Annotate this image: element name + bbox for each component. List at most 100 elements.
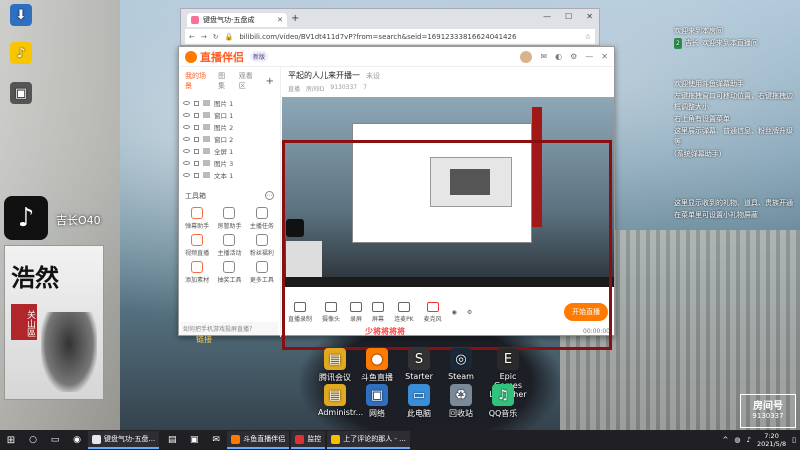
back-icon[interactable]: ← [189, 33, 195, 41]
reload-icon[interactable]: ↻ [213, 33, 219, 41]
tool-danmaku[interactable]: 弹幕助手 [183, 207, 211, 230]
close-icon[interactable]: ✕ [586, 12, 593, 21]
settings-icon[interactable]: ⚙ [570, 52, 577, 61]
desktop-icon-music[interactable]: ♪ [4, 42, 38, 66]
desktop-icon-qqmusic[interactable]: ♫ QQ音乐 [486, 384, 520, 419]
fullscreen-icon [203, 148, 210, 154]
url-text[interactable]: bilibili.com/video/BV1dt411d7vP?from=sea… [239, 33, 578, 41]
poster-tag: 关山區 [11, 304, 37, 340]
close-tab-icon[interactable]: ✕ [277, 16, 283, 24]
eye-icon[interactable] [183, 149, 190, 153]
lock-icon[interactable] [194, 148, 199, 154]
window-icon [203, 112, 210, 118]
desktop-icon-app[interactable]: ▣ [4, 82, 38, 106]
scene-item[interactable]: 窗口 1 [183, 109, 276, 121]
task-view-icon[interactable]: ▭ [47, 434, 63, 446]
image-icon [203, 124, 210, 130]
taskbar-item-qq[interactable]: 上了评论的那人 - ... [327, 431, 410, 449]
chrome-icon[interactable]: ◉ [69, 434, 85, 446]
scene-item[interactable]: 图片 2 [183, 121, 276, 133]
desktop-icon-download[interactable]: ⬇ [4, 4, 38, 28]
lock-icon[interactable] [194, 160, 199, 166]
tab-gallery[interactable]: 图集 [218, 71, 231, 91]
more-icon[interactable]: ⋯ [265, 191, 274, 200]
mail-icon[interactable]: ✉ [208, 434, 224, 446]
tool-video[interactable]: 视频直播 [183, 234, 211, 257]
minimize-icon[interactable]: — [543, 12, 551, 21]
volume-icon[interactable]: ♪ [746, 436, 750, 444]
desktop-icon-admin[interactable]: ▤ Administr... [318, 384, 363, 419]
stream-link: 链接 [196, 335, 212, 344]
skin-icon[interactable]: ◐ [555, 52, 562, 61]
app-icon: ▣ [10, 82, 32, 104]
lock-icon[interactable] [194, 172, 199, 178]
forward-icon[interactable]: → [201, 33, 207, 41]
tool-room-admin[interactable]: 房管助手 [215, 207, 243, 230]
eye-icon[interactable] [183, 101, 190, 105]
star-icon[interactable]: ☆ [585, 33, 591, 41]
tool-fans[interactable]: 粉丝福利 [248, 234, 276, 257]
taskbar-item-monitor[interactable]: 监控 [291, 431, 326, 449]
search-icon[interactable]: ○ [25, 434, 41, 446]
toolbox-title: 工具箱 [185, 192, 206, 200]
browser-tab[interactable]: 键盘气功-五盘成 ✕ [187, 13, 287, 27]
note-line: 欢迎使用斗鱼弹幕助手 [674, 80, 744, 88]
user-folder-icon: ▤ [324, 384, 346, 406]
mail-icon[interactable]: ✉ [540, 52, 547, 61]
tool-label: 房管助手 [217, 223, 242, 230]
scene-item[interactable]: 文本 1 [183, 169, 276, 181]
eye-icon[interactable] [183, 125, 190, 129]
add-scene-icon[interactable]: + [266, 76, 274, 87]
tab-scenes[interactable]: 我的场景 [185, 71, 210, 91]
taskbar-item-live[interactable]: 斗鱼直播伴侣 [227, 431, 290, 449]
eye-icon[interactable] [183, 137, 190, 141]
lock-icon[interactable] [194, 112, 199, 118]
scene-item[interactable]: 窗口 2 [183, 133, 276, 145]
stream-category[interactable]: 未设 [366, 71, 380, 81]
tool-lottery[interactable]: 抽奖工具 [215, 261, 243, 284]
network-icon: ▣ [366, 384, 388, 406]
scene-item[interactable]: 全屏 1 [183, 145, 276, 157]
close-icon[interactable]: ✕ [601, 52, 608, 61]
eye-icon[interactable] [183, 173, 190, 177]
tool-material[interactable]: 添加素材 [183, 261, 211, 284]
maximize-icon[interactable]: ☐ [565, 12, 572, 21]
stream-title[interactable]: 平起的人儿来开播一 [288, 70, 360, 81]
network-icon[interactable]: ◍ [734, 436, 740, 444]
danmaku-icon [191, 207, 204, 219]
taskbar-item-browser[interactable]: 键盘气功-五盘... [88, 431, 160, 449]
tool-tasks[interactable]: 主播任务 [248, 207, 276, 230]
tool-label: 弹幕助手 [185, 223, 210, 230]
tab-watch[interactable]: 观看区 [239, 71, 258, 91]
lock-icon[interactable] [194, 136, 199, 142]
more-tools-icon [255, 261, 268, 273]
chevron-up-icon[interactable]: ^ [722, 436, 728, 444]
overlay-notes: 欢迎使用斗鱼弹幕助手 左键拖拽窗口可移动位置，右键拖拽边框调整大小 右上角有设置… [674, 79, 794, 160]
recycle-icon: ♻ [450, 384, 472, 406]
minimize-icon[interactable]: — [585, 52, 593, 61]
eye-icon[interactable] [183, 113, 190, 117]
avatar[interactable] [520, 50, 533, 63]
new-tab-button[interactable]: + [291, 13, 299, 24]
store-icon[interactable]: ▣ [186, 434, 202, 446]
address-bar[interactable]: ← → ↻ 🔒 bilibili.com/video/BV1dt411d7vP?… [185, 29, 595, 44]
lock-icon[interactable] [194, 124, 199, 130]
desktop-icon-network[interactable]: ▣ 网络 [360, 384, 394, 419]
lock-icon[interactable] [194, 100, 199, 106]
desktop-icon-computer[interactable]: ▭ 此电脑 [402, 384, 436, 419]
scene-label: 窗口 2 [214, 136, 234, 144]
add-material-icon [191, 261, 204, 273]
tool-more[interactable]: 更多工具 [248, 261, 276, 284]
desktop-icon-recycle[interactable]: ♻ 回收站 [444, 384, 478, 419]
clock[interactable]: 7:20 2021/5/8 [757, 432, 786, 448]
scene-item[interactable]: 图片 3 [183, 157, 276, 169]
tool-activity[interactable]: 主播活动 [215, 234, 243, 257]
notification-icon[interactable]: ▯ [792, 436, 796, 444]
folder-icon[interactable]: ▤ [164, 434, 180, 446]
chat-text: 欢迎来到本直播间 [701, 39, 758, 47]
start-button[interactable]: ⊞ [0, 435, 22, 446]
video-icon [191, 234, 204, 246]
scene-item[interactable]: 图片 1 [183, 97, 276, 109]
clock-time: 7:20 [764, 432, 779, 440]
eye-icon[interactable] [183, 161, 190, 165]
